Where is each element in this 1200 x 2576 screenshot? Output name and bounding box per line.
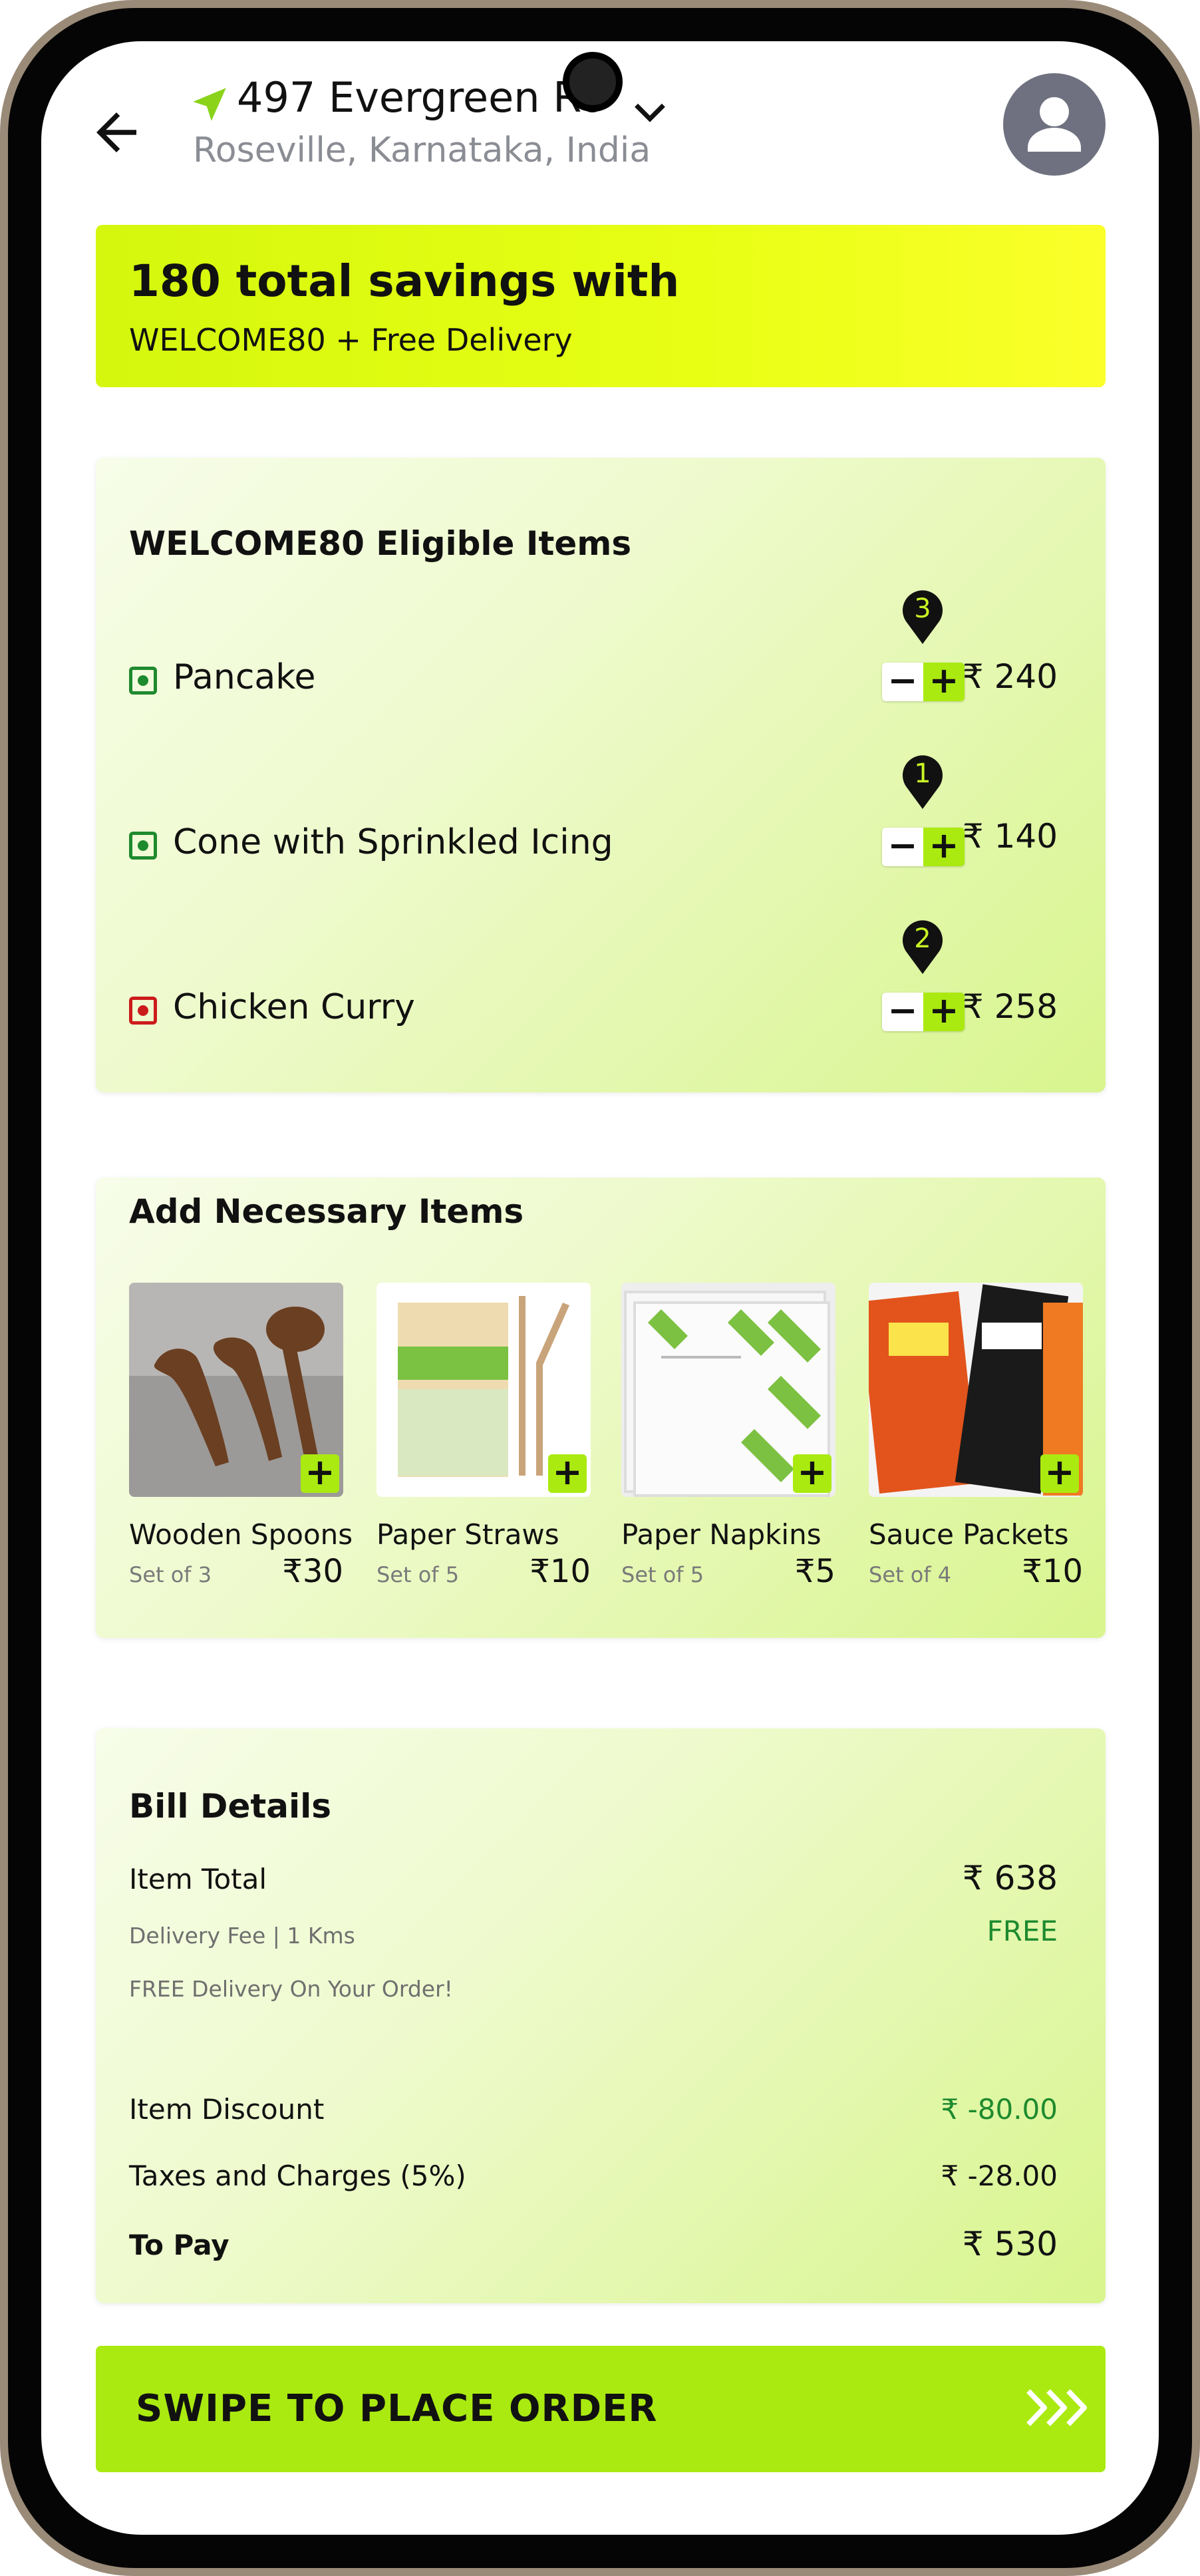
to-pay-row: To Pay ₹ 530 <box>129 2225 1058 2269</box>
product-price: ₹5 <box>794 1553 835 1590</box>
taxes-label: Taxes and Charges (5%) <box>129 2160 466 2192</box>
product-set: Set of 4 <box>869 1562 952 1587</box>
to-pay-value: ₹ 530 <box>962 2225 1058 2263</box>
front-camera <box>563 52 623 112</box>
free-note-text: FREE Delivery On Your Order! <box>129 1976 453 2002</box>
list-item: Chicken Curry − + ₹ 258 <box>96 982 1106 1035</box>
to-pay-label: To Pay <box>129 2229 229 2261</box>
item-total-label: Item Total <box>129 1863 267 1895</box>
item-name: Pancake <box>173 657 316 697</box>
product-set: Set of 3 <box>129 1562 212 1587</box>
eligible-items-card: WELCOME80 Eligible Items 3 Pancake − + ₹… <box>96 458 1106 1092</box>
free-delivery-note: FREE Delivery On Your Order! <box>129 1976 1058 2009</box>
quantity-value: 3 <box>914 593 931 624</box>
quantity-value: 1 <box>914 758 931 789</box>
item-price: ₹ 258 <box>962 987 1058 1026</box>
back-arrow-icon[interactable] <box>86 102 146 162</box>
product-name: Paper Napkins <box>621 1518 822 1551</box>
list-item: Pancake − + ₹ 240 <box>96 652 1106 705</box>
chevron-down-icon[interactable] <box>627 88 673 134</box>
discount-label: Item Discount <box>129 2093 325 2126</box>
delivery-value: FREE <box>986 1915 1058 1947</box>
avatar-icon[interactable] <box>1003 73 1106 176</box>
necessary-title: Add Necessary Items <box>129 1192 524 1231</box>
quantity-badge: 3 <box>901 588 945 644</box>
item-price: ₹ 240 <box>962 657 1058 696</box>
swipe-label: SWIPE TO PLACE ORDER <box>136 2387 658 2430</box>
savings-subtitle: WELCOME80 + Free Delivery <box>129 322 573 358</box>
product-set: Set of 5 <box>376 1562 460 1587</box>
bill-title: Bill Details <box>129 1787 332 1826</box>
veg-icon <box>129 667 157 695</box>
add-item-button[interactable]: + <box>1040 1454 1079 1493</box>
quantity-badge: 2 <box>901 918 945 974</box>
taxes-value: ₹ -28.00 <box>941 2160 1058 2192</box>
quantity-value: 2 <box>914 923 931 954</box>
quantity-stepper[interactable]: − + <box>882 663 965 701</box>
quantity-stepper[interactable]: − + <box>882 828 965 866</box>
product-price: ₹30 <box>282 1553 343 1590</box>
decrease-button[interactable]: − <box>882 663 923 701</box>
list-item: Cone with Sprinkled Icing − + ₹ 140 <box>96 817 1106 870</box>
discount-row: Item Discount ₹ -80.00 <box>129 2093 1058 2133</box>
product-set: Set of 5 <box>621 1562 704 1587</box>
delivery-label: Delivery Fee | 1 Kms <box>129 1923 355 1949</box>
taxes-row: Taxes and Charges (5%) ₹ -28.00 <box>129 2160 1058 2199</box>
necessary-items-card: Add Necessary Items + Wooden Spoons Set … <box>96 1178 1106 1638</box>
add-item-button[interactable]: + <box>548 1454 587 1493</box>
item-price: ₹ 140 <box>962 817 1058 856</box>
bill-details-card: Bill Details Item Total ₹ 638 Delivery F… <box>96 1728 1106 2303</box>
app-screen: 497 Evergreen Ro Roseville, Karnataka, I… <box>41 41 1159 2535</box>
increase-button[interactable]: + <box>923 828 965 866</box>
savings-banner: 180 total savings with WELCOME80 + Free … <box>96 225 1106 387</box>
product-name: Sauce Packets <box>869 1518 1069 1551</box>
location-pin-icon <box>188 82 231 126</box>
item-name: Chicken Curry <box>173 987 415 1027</box>
paper-napkins-image: + <box>621 1283 835 1497</box>
quantity-badge: 1 <box>901 753 945 809</box>
product-price: ₹10 <box>1022 1553 1083 1590</box>
product-name: Paper Straws <box>376 1518 559 1551</box>
eligible-title: WELCOME80 Eligible Items <box>129 524 632 563</box>
paper-straws-image: + <box>376 1283 591 1497</box>
address-line[interactable]: 497 Evergreen Ro <box>237 73 605 122</box>
product-name: Wooden Spoons <box>129 1518 353 1551</box>
chevrons-right-icon <box>1024 2384 1091 2431</box>
decrease-button[interactable]: − <box>882 828 923 866</box>
increase-button[interactable]: + <box>923 993 965 1031</box>
delivery-row: Delivery Fee | 1 Kms FREE <box>129 1915 1058 1955</box>
decrease-button[interactable]: − <box>882 993 923 1031</box>
sauce-packets-image: + <box>869 1283 1083 1497</box>
swipe-to-order-button[interactable]: SWIPE TO PLACE ORDER <box>96 2346 1106 2472</box>
veg-icon <box>129 832 157 860</box>
savings-title: 180 total savings with <box>129 255 680 307</box>
discount-value: ₹ -80.00 <box>941 2093 1058 2126</box>
item-name: Cone with Sprinkled Icing <box>173 822 613 862</box>
quantity-stepper[interactable]: − + <box>882 993 965 1031</box>
add-item-button[interactable]: + <box>793 1454 831 1493</box>
item-total-row: Item Total ₹ 638 <box>129 1859 1058 1903</box>
wooden-spoons-image: + <box>129 1283 343 1497</box>
add-item-button[interactable]: + <box>301 1454 339 1493</box>
item-total-value: ₹ 638 <box>962 1859 1058 1897</box>
increase-button[interactable]: + <box>923 663 965 701</box>
product-price: ₹10 <box>529 1553 591 1590</box>
non-veg-icon <box>129 997 157 1025</box>
address-subline: Roseville, Karnataka, India <box>193 130 651 170</box>
